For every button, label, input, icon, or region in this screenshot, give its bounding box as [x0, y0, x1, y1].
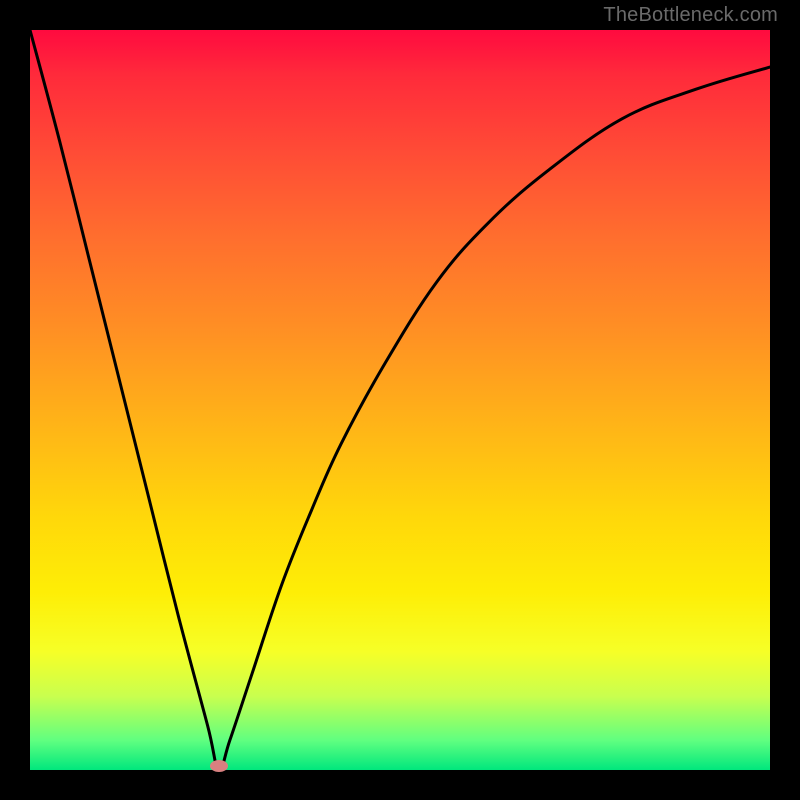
curve-line [30, 30, 770, 770]
chart-frame: TheBottleneck.com [0, 0, 800, 800]
plot-area [30, 30, 770, 770]
minimum-marker [210, 760, 228, 772]
watermark-text: TheBottleneck.com [603, 4, 778, 27]
